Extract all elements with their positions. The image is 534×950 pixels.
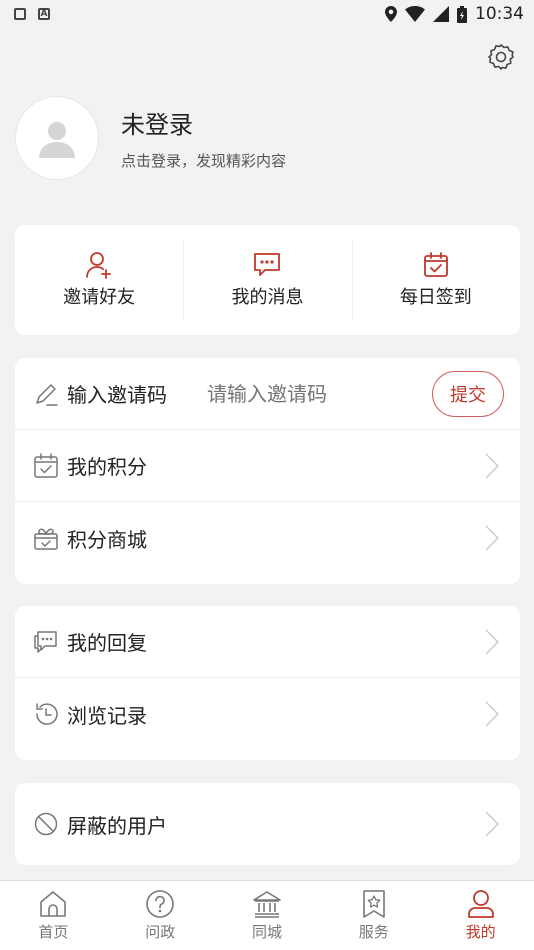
status-left: A [14, 8, 50, 20]
points-mall-row[interactable]: 积分商城 [15, 502, 520, 574]
avatar[interactable] [15, 96, 99, 180]
bank-icon [253, 891, 281, 918]
battery-icon [457, 5, 467, 23]
points-card: 输入邀请码 提交 我的积分 积分商城 [15, 358, 520, 584]
calendar-check-icon [423, 252, 448, 277]
nav-tongcheng-label: 同城 [251, 923, 282, 941]
chevron-right-icon [485, 628, 500, 655]
a-icon: A [38, 8, 50, 20]
my-replies-label: 我的回复 [67, 631, 147, 655]
points-mall-label: 积分商城 [67, 527, 147, 552]
block-icon [33, 811, 59, 837]
invite-friends-label: 邀请好友 [63, 287, 136, 308]
chevron-right-icon [485, 701, 500, 727]
profile-text: 未登录 点击登录，发现精彩内容 [121, 105, 286, 171]
chevron-right-icon [485, 452, 500, 479]
nav-home[interactable]: 首页 [0, 881, 107, 950]
settings-button[interactable] [486, 42, 516, 72]
profile-header[interactable]: 未登录 点击登录，发现精彩内容 [15, 96, 286, 180]
history-icon [33, 701, 59, 727]
chevron-right-icon [485, 525, 500, 551]
my-points-row[interactable]: 我的积分 [15, 430, 520, 502]
user-avatar-icon [39, 122, 75, 158]
nav-service[interactable]: 服务 [320, 881, 427, 950]
invite-friends-button[interactable]: 邀请好友 [15, 225, 183, 335]
nav-wenzheng[interactable]: 问政 [107, 881, 214, 950]
mail-icon [14, 8, 26, 20]
gift-icon [33, 525, 59, 551]
login-hint: 点击登录，发现精彩内容 [121, 152, 287, 170]
history-label: 浏览记录 [67, 703, 147, 728]
status-right: 10:34 [385, 4, 524, 24]
my-replies-row[interactable]: 我的回复 [15, 606, 520, 678]
status-time: 10:34 [475, 4, 524, 24]
signal-icon [433, 6, 449, 22]
add-user-icon [86, 252, 112, 279]
calendar-check-icon [33, 452, 59, 479]
blocked-card: 屏蔽的用户 [15, 783, 520, 865]
bottom-nav: 首页 问政 同城 服务 我的 [0, 880, 534, 950]
daily-checkin-button[interactable]: 每日签到 [351, 225, 520, 335]
gear-icon [488, 44, 514, 70]
blocked-users-row[interactable]: 屏蔽的用户 [15, 783, 520, 865]
star-bookmark-icon [362, 890, 385, 918]
invite-code-label: 输入邀请码 [67, 383, 167, 407]
invite-code-input[interactable] [207, 381, 367, 406]
daily-checkin-label: 每日签到 [399, 287, 472, 308]
blocked-users-label: 屏蔽的用户 [67, 813, 167, 838]
question-icon [146, 890, 174, 918]
login-status[interactable]: 未登录 [121, 105, 286, 140]
status-bar: A 10:34 [0, 0, 534, 28]
user-icon [467, 890, 494, 918]
message-icon [254, 253, 281, 276]
pencil-icon [33, 381, 59, 407]
invite-code-row: 输入邀请码 提交 [15, 358, 520, 430]
my-messages-label: 我的消息 [231, 287, 304, 308]
chevron-right-icon [485, 811, 500, 837]
nav-service-label: 服务 [358, 923, 389, 941]
quick-actions-card: 邀请好友 我的消息 每日签到 [15, 225, 520, 335]
comment-icon [33, 629, 59, 655]
activity-card: 我的回复 浏览记录 [15, 606, 520, 760]
wifi-icon [405, 6, 425, 22]
nav-home-label: 首页 [38, 923, 69, 941]
home-icon [40, 891, 67, 917]
my-messages-button[interactable]: 我的消息 [183, 225, 351, 335]
submit-button[interactable]: 提交 [432, 370, 504, 417]
nav-mine[interactable]: 我的 [427, 881, 534, 950]
nav-wenzheng-label: 问政 [145, 923, 176, 941]
my-points-label: 我的积分 [67, 455, 147, 479]
nav-tongcheng[interactable]: 同城 [214, 881, 321, 950]
location-icon [385, 6, 397, 22]
history-row[interactable]: 浏览记录 [15, 678, 520, 750]
nav-mine-label: 我的 [465, 923, 496, 941]
